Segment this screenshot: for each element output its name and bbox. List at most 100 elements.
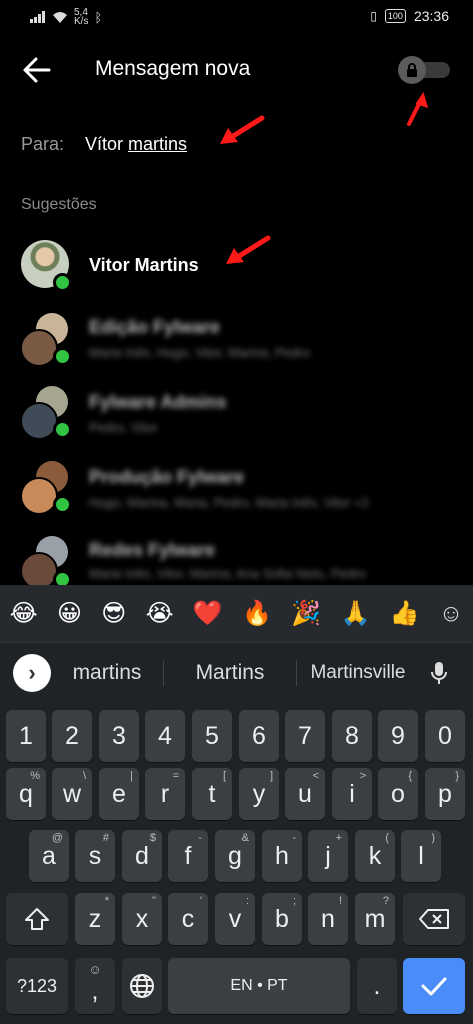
- key-primary: b: [275, 904, 289, 933]
- language-key[interactable]: [122, 958, 162, 1014]
- key-alt: =: [172, 770, 179, 782]
- avatar: [20, 477, 58, 515]
- suggestion-item[interactable]: Edição Fylware Maria Inês, Hugo, Vitor, …: [0, 305, 473, 375]
- key-3[interactable]: 3: [99, 710, 139, 762]
- key-h[interactable]: h-: [262, 830, 302, 882]
- key-a[interactable]: a @: [29, 830, 69, 882]
- key-6[interactable]: 6: [239, 710, 279, 762]
- key-r[interactable]: r =: [145, 768, 185, 820]
- group-members: Maria Inês, Hugo, Vitor, Marina, Pedro: [89, 345, 310, 360]
- comma-key[interactable]: ☺ ,: [75, 958, 115, 1014]
- key-5[interactable]: 5: [192, 710, 232, 762]
- battery-indicator: 100: [384, 9, 406, 23]
- group-members: Hugo, Marina, Maria, Pedro, Maria Inês, …: [89, 495, 369, 510]
- key-v[interactable]: v:: [215, 893, 255, 945]
- emoji-key[interactable]: 😎: [101, 599, 126, 628]
- key-z[interactable]: z *: [75, 893, 115, 945]
- key-w[interactable]: w \: [52, 768, 92, 820]
- emoji-key[interactable]: 😭: [146, 599, 174, 628]
- key-primary: s: [88, 841, 102, 870]
- avatar: [20, 329, 58, 367]
- status-right: ▯ 100 23:36: [370, 8, 449, 24]
- key-b[interactable]: b;: [262, 893, 302, 945]
- key-alt: (: [385, 832, 389, 844]
- emoji-suggestion-bar: 😂 😀 😎 😭 ❤️ 🔥 🎉 🙏 👍 ☺: [0, 585, 473, 643]
- key-alt: >: [359, 770, 366, 782]
- key-q[interactable]: q%: [6, 768, 46, 820]
- period-key[interactable]: .: [357, 958, 397, 1014]
- chevron-right-icon[interactable]: ›: [13, 654, 51, 692]
- key-alt: :: [245, 895, 249, 907]
- key-n[interactable]: n!: [308, 893, 348, 945]
- enter-key[interactable]: [403, 958, 465, 1014]
- back-button[interactable]: [22, 56, 52, 84]
- key-i[interactable]: i >: [332, 768, 372, 820]
- recipient-first-word: Vítor: [85, 134, 124, 154]
- recipient-input[interactable]: Vítor martins: [85, 134, 187, 155]
- key-2[interactable]: 2: [52, 710, 92, 762]
- emoji-key[interactable]: 🎉: [291, 599, 321, 628]
- word-suggestion[interactable]: Martins: [164, 661, 296, 685]
- key-primary: n: [321, 904, 335, 933]
- bluetooth-icon: ᛒ: [94, 9, 103, 25]
- emoji-key[interactable]: 🙏: [340, 599, 370, 628]
- word-suggestion[interactable]: martins: [51, 661, 163, 685]
- annotation-arrow-toggle: [407, 92, 429, 126]
- key-m[interactable]: m?: [355, 893, 395, 945]
- key-s[interactable]: s #: [75, 830, 115, 882]
- key-1[interactable]: 1: [6, 710, 46, 762]
- key-0[interactable]: 0: [425, 710, 465, 762]
- key-p[interactable]: p}: [425, 768, 465, 820]
- key-y[interactable]: y]: [239, 768, 279, 820]
- emoji-key[interactable]: ❤️: [193, 599, 223, 628]
- suggestion-item[interactable]: Produção Fylware Hugo, Marina, Maria, Pe…: [0, 455, 473, 525]
- online-indicator: [53, 273, 72, 292]
- key-8[interactable]: 8: [332, 710, 372, 762]
- key-alt: ): [431, 832, 435, 844]
- key-alt: @: [51, 832, 63, 844]
- key-primary: t: [208, 779, 216, 808]
- status-bar: 5,4 K/s ᛒ ▯ 100 23:36: [0, 0, 473, 34]
- key-l[interactable]: l): [401, 830, 441, 882]
- key-d[interactable]: d $: [122, 830, 162, 882]
- key-x[interactable]: x ": [122, 893, 162, 945]
- word-suggestion[interactable]: Martinsville: [297, 662, 419, 684]
- key-alt: }: [455, 770, 459, 782]
- key-o[interactable]: o{: [378, 768, 418, 820]
- microphone-icon[interactable]: [419, 661, 459, 685]
- key-t[interactable]: t[: [192, 768, 232, 820]
- key-j[interactable]: j +: [308, 830, 348, 882]
- key-f[interactable]: f-: [168, 830, 208, 882]
- emoji-key[interactable]: 😂: [10, 599, 38, 628]
- key-primary: h: [275, 841, 289, 870]
- key-alt: +: [335, 832, 342, 844]
- emoji-key[interactable]: ☺: [439, 600, 464, 628]
- key-7[interactable]: 7: [285, 710, 325, 762]
- key-e[interactable]: e |: [99, 768, 139, 820]
- key-alt: #: [102, 832, 109, 844]
- key-alt: \: [82, 770, 86, 782]
- key-9[interactable]: 9: [378, 710, 418, 762]
- key-primary: o: [391, 779, 405, 808]
- key-alt: &: [241, 832, 249, 844]
- key-u[interactable]: u <: [285, 768, 325, 820]
- space-key[interactable]: EN • PT: [168, 958, 350, 1014]
- lock-icon: [407, 63, 417, 77]
- key-4[interactable]: 4: [145, 710, 185, 762]
- symbols-key[interactable]: ?123: [6, 958, 68, 1014]
- emoji-key[interactable]: 👍: [390, 599, 420, 628]
- shift-key[interactable]: [6, 893, 68, 945]
- key-alt: -: [292, 832, 296, 844]
- key-primary: m: [364, 904, 386, 933]
- key-c[interactable]: c ': [168, 893, 208, 945]
- emoji-key[interactable]: 😀: [57, 599, 82, 628]
- suggestion-item[interactable]: Redes Fylware Maria Inês, Vitor, Marina,…: [0, 530, 473, 585]
- shift-icon: [25, 908, 49, 930]
- suggestion-item[interactable]: Fylware Admins Pedro, Vitor: [0, 380, 473, 450]
- key-g[interactable]: g &: [215, 830, 255, 882]
- key-k[interactable]: k(: [355, 830, 395, 882]
- secret-conversation-toggle[interactable]: [398, 56, 450, 84]
- key-alt: ;: [292, 895, 296, 907]
- backspace-key[interactable]: [403, 893, 465, 945]
- emoji-key[interactable]: 🔥: [242, 599, 272, 628]
